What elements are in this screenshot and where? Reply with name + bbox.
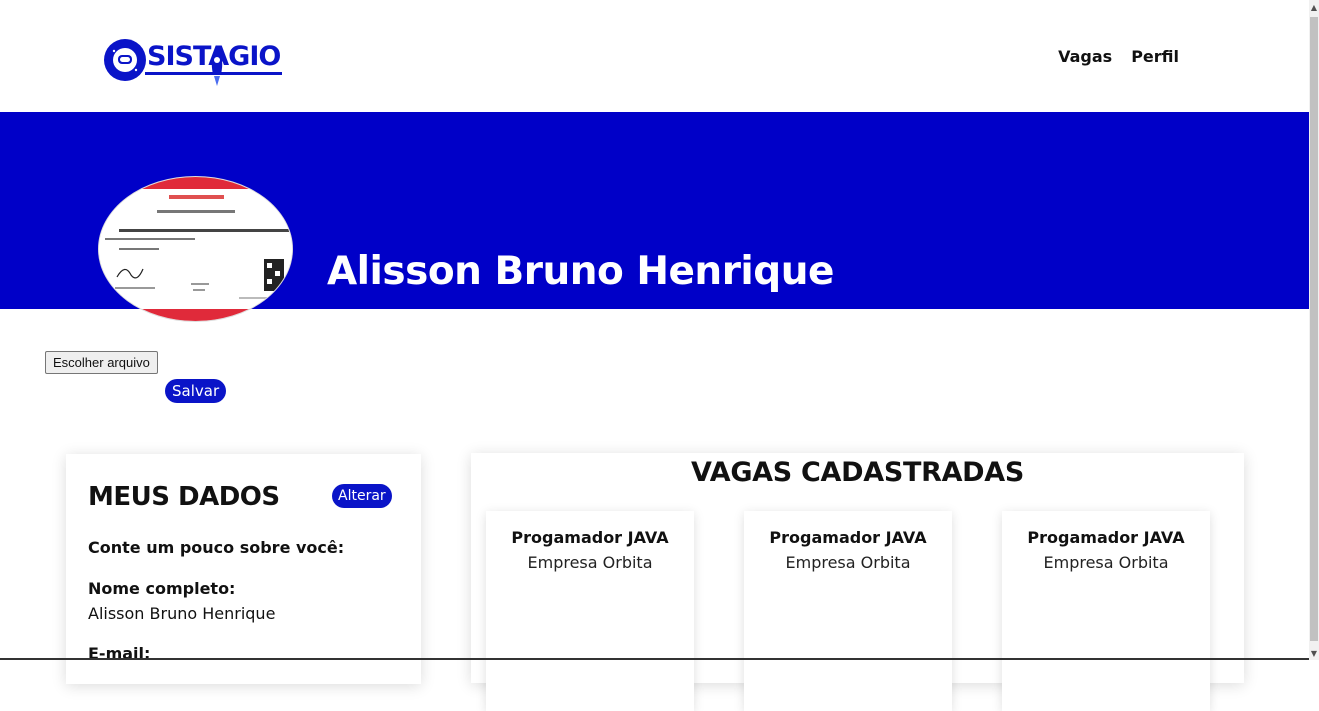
nav-perfil-link[interactable]: Perfil (1131, 47, 1179, 66)
my-data-card: MEUS DADOS Alterar Conte um pouco sobre … (66, 454, 421, 684)
scroll-thumb[interactable] (1310, 17, 1318, 641)
my-data-title: MEUS DADOS (88, 482, 280, 512)
top-navbar: SISTAGIO Vagas Perfil (0, 0, 1309, 112)
job-company: Empresa Orbita (527, 553, 653, 572)
registered-jobs-title: VAGAS CADASTRADAS (690, 457, 1025, 488)
full-name-label: Nome completo: (88, 579, 236, 598)
certificate-image (99, 177, 292, 321)
job-title: Progamador JAVA (1027, 528, 1185, 547)
scroll-up-icon[interactable]: ▲ (1309, 0, 1319, 14)
job-title: Progamador JAVA (511, 528, 669, 547)
sistagio-logo[interactable]: SISTAGIO (104, 38, 284, 90)
nav-vagas-link[interactable]: Vagas (1058, 47, 1112, 66)
job-company: Empresa Orbita (1043, 553, 1169, 572)
choose-file-button[interactable]: Escolher arquivo (45, 351, 158, 374)
alter-button[interactable]: Alterar (332, 484, 392, 508)
job-card[interactable]: Progamador JAVA Empresa Orbita (1002, 511, 1210, 711)
profile-photo (99, 177, 292, 321)
full-name-value: Alisson Bruno Henrique (88, 604, 276, 623)
save-button[interactable]: Salvar (165, 379, 227, 403)
vertical-scrollbar[interactable]: ▲ ▼ (1309, 0, 1319, 660)
main-nav: Vagas Perfil (1058, 47, 1179, 66)
job-company: Empresa Orbita (785, 553, 911, 572)
job-card[interactable]: Progamador JAVA Empresa Orbita (744, 511, 952, 711)
profile-name: Alisson Bruno Henrique (327, 249, 834, 294)
job-title: Progamador JAVA (769, 528, 927, 547)
astronaut-icon (104, 39, 146, 81)
email-label: E-mail: (88, 644, 151, 663)
about-label: Conte um pouco sobre você: (88, 538, 345, 557)
registered-jobs-card: VAGAS CADASTRADAS Progamador JAVA Empres… (471, 453, 1244, 711)
scroll-down-icon[interactable]: ▼ (1309, 646, 1319, 660)
rocket-icon (211, 46, 223, 86)
job-card[interactable]: Progamador JAVA Empresa Orbita (486, 511, 694, 711)
